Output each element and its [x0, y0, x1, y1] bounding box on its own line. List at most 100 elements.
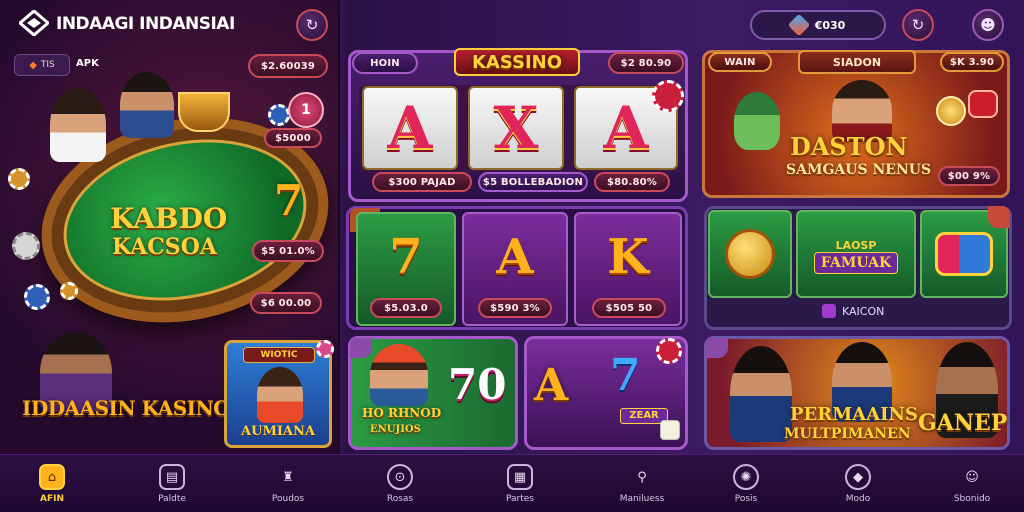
card2-symbol-a: A: [534, 360, 569, 411]
mid-tile-2-price[interactable]: $590 3%: [478, 298, 552, 318]
nav-wallet[interactable]: ▤ Paldte: [132, 459, 212, 509]
gear-icon: ⊙: [387, 464, 413, 490]
search-icon: ⚲: [637, 469, 647, 485]
player-man: [120, 72, 174, 138]
seven-icon: 7: [274, 176, 304, 225]
mid-tile-3-price[interactable]: $505 50: [592, 298, 666, 318]
right-mid-footer-text: KAICON: [842, 304, 885, 318]
chip-icon: [8, 168, 30, 190]
card3-line2: MULTPIMANEN: [784, 426, 911, 442]
slot-tab-left[interactable]: HOIN: [352, 52, 418, 74]
chip-icon: [24, 284, 50, 310]
gem-icon: [787, 13, 811, 37]
logo[interactable]: [17, 9, 51, 40]
app-title: INDAAGI INDANSIAI: [56, 14, 235, 34]
nav-settings[interactable]: ✺ Posis: [706, 459, 786, 509]
coin-icon: [936, 96, 966, 126]
slot-reel-1: A: [362, 86, 458, 170]
nav-home[interactable]: ⌂ AFIN: [12, 459, 92, 509]
right-tile-sublabel: LAOSP: [835, 238, 877, 252]
card-ribbon: WIOTIC: [243, 347, 315, 363]
right-mid-tile-1[interactable]: [708, 210, 792, 298]
amount-top[interactable]: $5000: [264, 128, 322, 148]
mid-tile-2-symbol: A: [496, 229, 534, 285]
corner-flag: [988, 206, 1010, 228]
column-divider: [338, 0, 340, 454]
nav-profile[interactable]: ☺ Sbonido: [932, 459, 1012, 509]
game-card-aumiana[interactable]: WIOTIC AUMIANA: [224, 340, 332, 448]
amount-bot[interactable]: $6 00.00: [250, 292, 322, 314]
poker-title-2: KACSOA: [112, 234, 217, 260]
refresh-icon: ↻: [911, 16, 925, 34]
badge-number-icon: 1: [301, 102, 311, 118]
poker-title-1: KABDO: [110, 202, 228, 235]
promo-title: SIADON: [798, 50, 916, 74]
nav-search[interactable]: ⚲ Maniluess: [602, 459, 682, 509]
promo-tab-left[interactable]: WAIN: [708, 52, 772, 72]
card1-title: HO RHNOD: [362, 406, 442, 420]
refresh-icon: ↻: [305, 16, 319, 34]
promo-amount[interactable]: $00 9%: [938, 166, 1000, 186]
refresh-button-right[interactable]: ↻: [902, 9, 934, 41]
wallet-icon: ▤: [159, 464, 185, 490]
bottom-card-1-corner: [350, 338, 372, 358]
left-balance: $2.60039: [248, 54, 328, 78]
card-label: AUMIANA: [241, 424, 315, 439]
right-mid-footer[interactable]: KAICON: [822, 302, 884, 320]
nav-partes[interactable]: ▦ Partes: [480, 459, 560, 509]
check-icon: [822, 304, 836, 318]
right-balance: €030: [814, 18, 846, 32]
slot-footer-mid[interactable]: $5 BOLLEBADION: [478, 172, 588, 192]
slot-footer-right[interactable]: $80.80%: [594, 172, 670, 192]
amount-mid[interactable]: $5 01.0%: [252, 240, 324, 262]
settings-icon: ✺: [733, 464, 759, 490]
badge-circle[interactable]: 1: [288, 92, 324, 128]
promo-headline-1: DASTON: [790, 132, 908, 161]
badge-icon: [968, 90, 998, 118]
apk-badge-text: TIS: [40, 60, 55, 70]
bottom-nav: ⌂ AFIN ▤ Paldte ♜ Poudos ⊙ Rosas ▦ Parte…: [0, 454, 1024, 512]
nav-wallet-label: Paldte: [158, 494, 186, 504]
apk-badge[interactable]: ◆ TIS: [14, 54, 70, 76]
apk-label: APK: [76, 58, 99, 69]
chip-icon: [60, 282, 78, 300]
card-hat-woman: [370, 344, 428, 406]
right-mid-tile-2[interactable]: LAOSP FAMUAK: [796, 210, 916, 298]
card3-line3: GANEP: [918, 410, 1008, 436]
profile-icon: ☺: [965, 469, 979, 485]
nav-modo[interactable]: ◆ Modo: [818, 459, 898, 509]
mid-tile-1-price[interactable]: $5.03.0: [370, 298, 442, 318]
slot-footer-left[interactable]: $300 PAJAD: [372, 172, 472, 192]
card2-symbol-7: 7: [610, 350, 641, 401]
nav-trophy[interactable]: ♜ Poudos: [248, 459, 328, 509]
home-icon: ⌂: [39, 464, 65, 490]
promo-headline-2: SAMGAUS NENUS: [786, 162, 932, 178]
refresh-button[interactable]: ↻: [296, 9, 328, 41]
player-woman: [50, 88, 106, 162]
gem-icon: [935, 232, 993, 276]
card3-line1: PERMAAINS: [790, 404, 918, 425]
chip-icon: [316, 340, 334, 358]
promo-tab-right[interactable]: $K 3.90: [940, 52, 1004, 72]
diamond-logo-icon: [17, 9, 51, 40]
nav-trophy-label: Poudos: [271, 494, 305, 504]
coin-balance-pill[interactable]: €030: [750, 10, 886, 40]
dice-icon: [660, 420, 680, 440]
trophy-pot-icon: [178, 92, 230, 132]
flame-icon: ◆: [29, 59, 37, 71]
slot-reel-2: X: [468, 86, 564, 170]
slot-tab-right[interactable]: $2 80.90: [608, 52, 684, 74]
chip-icon: [12, 232, 40, 260]
nav-partes-label: Partes: [506, 494, 534, 504]
chip-icon: [656, 338, 682, 364]
gold-coin-icon: [725, 229, 775, 279]
trophy-icon: ♜: [282, 469, 294, 485]
profile-button[interactable]: ☻: [972, 9, 1004, 41]
chip-icon: [268, 104, 290, 126]
right-tile-label: FAMUAK: [813, 251, 899, 274]
slot-title: KASSINO: [454, 48, 580, 76]
diamond-icon: ◆: [845, 464, 871, 490]
nav-rosas[interactable]: ⊙ Rosas: [360, 459, 440, 509]
grid-icon: ▦: [507, 464, 533, 490]
bottom-card-3-corner: [706, 338, 728, 358]
